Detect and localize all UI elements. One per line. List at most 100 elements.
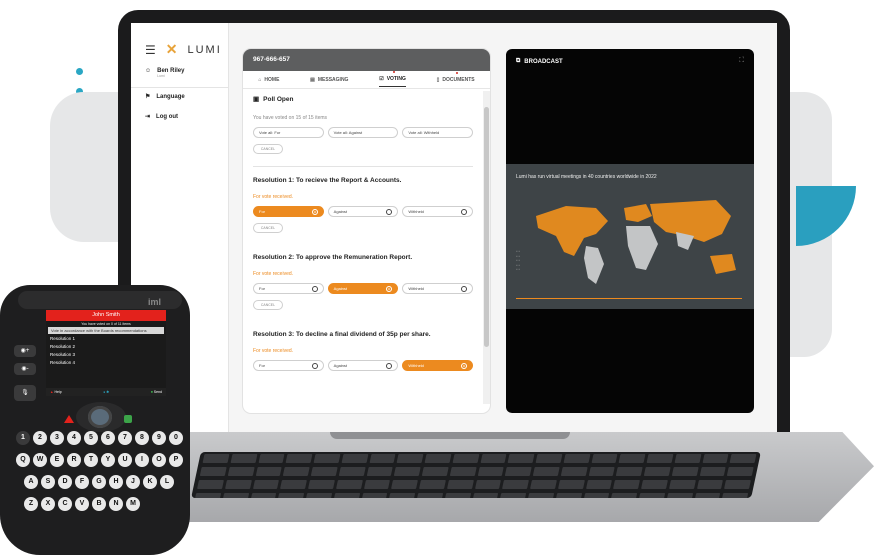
cancel-button[interactable]: CANCEL <box>253 223 283 233</box>
messaging-icon: ▤ <box>310 76 315 83</box>
key[interactable]: W <box>33 453 47 467</box>
list-item[interactable]: Resolution 3 <box>46 350 166 358</box>
key[interactable]: M <box>126 497 140 511</box>
logout-icon: ⇥ <box>145 114 151 120</box>
cancel-button[interactable]: CANCEL <box>253 144 283 154</box>
option-against[interactable]: Against <box>327 283 399 294</box>
list-item[interactable]: Resolution 1 <box>46 334 166 342</box>
key[interactable]: T <box>84 453 98 467</box>
voting-content: ▣ Poll Open You have voted on 15 of 15 it… <box>243 89 483 413</box>
vote-all-withheld-button[interactable]: Vote all: Withheld <box>402 127 474 138</box>
help-key-icon[interactable] <box>64 415 74 423</box>
option-withheld[interactable]: Withheld <box>402 360 474 371</box>
option-against[interactable]: Against <box>327 206 399 217</box>
key[interactable]: 2 <box>33 431 47 445</box>
vote-all-for-button[interactable]: Vote all: For <box>253 127 324 138</box>
key[interactable]: S <box>41 475 55 489</box>
resolution-1: Resolution 1: To recieve the Report & Ac… <box>253 177 474 233</box>
key[interactable]: 9 <box>152 431 166 445</box>
voting-handset: iml John Smith You have voted on 0 of 11… <box>0 285 190 555</box>
handset-footer: ▲ Help ● ✱ ■ Send <box>46 388 166 396</box>
radio-icon <box>311 208 318 215</box>
send-key-icon[interactable] <box>124 415 132 423</box>
key[interactable]: 4 <box>67 431 81 445</box>
user-icon: ☺ <box>145 68 152 74</box>
key[interactable]: I <box>135 453 149 467</box>
key[interactable]: 0 <box>169 431 183 445</box>
key[interactable]: 5 <box>84 431 98 445</box>
key[interactable]: P <box>169 453 183 467</box>
volume-down-button[interactable]: ◉- <box>14 363 36 375</box>
key[interactable]: D <box>58 475 72 489</box>
key[interactable]: J <box>126 475 140 489</box>
vote-all-against-button[interactable]: Vote all: Against <box>327 127 399 138</box>
key[interactable]: Z <box>24 497 38 511</box>
microphone-icon[interactable]: 🎙 <box>14 385 36 401</box>
option-against[interactable]: Against <box>327 360 399 371</box>
cancel-button[interactable]: CANCEL <box>253 300 283 310</box>
send-softkey[interactable]: ■ Send <box>151 390 162 394</box>
key[interactable]: A <box>24 475 38 489</box>
key[interactable]: U <box>118 453 132 467</box>
option-for[interactable]: For <box>253 360 324 371</box>
laptop-keyboard <box>191 452 761 498</box>
tab-documents[interactable]: ▯ DOCUMENTS <box>437 71 475 87</box>
tab-home[interactable]: ⌂ HOME <box>258 73 279 87</box>
home-icon: ⌂ <box>258 76 262 83</box>
key[interactable]: 1 <box>16 431 30 445</box>
key[interactable]: V <box>75 497 89 511</box>
broadcast-panel: ⧉ BROADCAST ⛶ Lumi has run virtual meetin… <box>506 49 754 413</box>
recommendation-option[interactable]: Vote in accordance with the Boards recom… <box>48 327 164 334</box>
button-label: Vote all: Against <box>333 130 363 135</box>
key[interactable]: N <box>109 497 123 511</box>
key[interactable]: E <box>50 453 64 467</box>
radio-icon <box>386 362 393 369</box>
option-withheld[interactable]: Withheld <box>402 206 474 217</box>
option-label: Against <box>333 286 348 291</box>
key[interactable]: 6 <box>101 431 115 445</box>
tab-messaging[interactable]: ▤ MESSAGING <box>310 73 348 87</box>
key[interactable]: O <box>152 453 166 467</box>
bluetooth-icon: ● ✱ <box>103 390 110 394</box>
handset-screen: John Smith You have voted on 0 of 11 ite… <box>46 310 166 396</box>
fullscreen-icon[interactable]: ⛶ <box>739 57 744 65</box>
help-softkey[interactable]: ▲ Help <box>50 390 62 394</box>
key[interactable]: G <box>92 475 106 489</box>
resolution-options: For Against Withheld <box>253 283 474 294</box>
key[interactable]: 8 <box>135 431 149 445</box>
key[interactable]: Y <box>101 453 115 467</box>
resolution-title: Resolution 1: To recieve the Report & Ac… <box>253 177 402 184</box>
key[interactable]: C <box>58 497 72 511</box>
option-label: Withheld <box>408 209 424 214</box>
lumi-logo-icon: ✕ <box>165 41 180 57</box>
resolution-title: Resolution 2: To approve the Remuneratio… <box>253 254 413 261</box>
key[interactable]: K <box>143 475 157 489</box>
button-label: Vote all: For <box>259 130 281 135</box>
key[interactable]: H <box>109 475 123 489</box>
key[interactable]: 3 <box>50 431 64 445</box>
tab-voting[interactable]: ☑ VOTING <box>379 71 406 87</box>
sidebar-item-logout[interactable]: ⇥ Log out <box>145 113 178 121</box>
sidebar-item-language[interactable]: ⚑ Language <box>145 93 185 101</box>
key[interactable]: X <box>41 497 55 511</box>
key[interactable]: Q <box>16 453 30 467</box>
option-for[interactable]: For <box>253 206 324 217</box>
menu-icon[interactable]: ☰ <box>145 43 158 57</box>
decor-dot <box>76 68 83 75</box>
key[interactable]: L <box>160 475 174 489</box>
nav-select-button[interactable] <box>88 406 112 428</box>
key[interactable]: 7 <box>118 431 132 445</box>
key[interactable]: B <box>92 497 106 511</box>
scroll-thumb[interactable] <box>484 107 489 347</box>
user-info[interactable]: ☺ Ben Riley Lumi <box>145 68 184 78</box>
list-item[interactable]: Resolution 2 <box>46 342 166 350</box>
option-for[interactable]: For <box>253 283 324 294</box>
list-item[interactable]: Resolution 4 <box>46 358 166 366</box>
option-label: Against <box>333 363 348 368</box>
key[interactable]: F <box>75 475 89 489</box>
volume-up-button[interactable]: ◉+ <box>14 345 36 357</box>
resolution-status: For vote received. <box>253 348 294 354</box>
laptop-hinge <box>330 432 570 439</box>
key[interactable]: R <box>67 453 81 467</box>
option-withheld[interactable]: Withheld <box>402 283 474 294</box>
